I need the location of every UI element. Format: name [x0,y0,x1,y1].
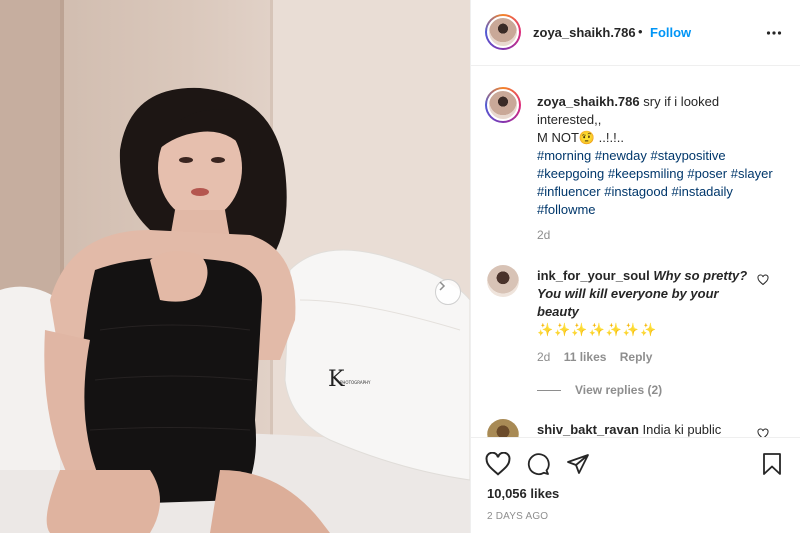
comment-heart-icon[interactable] [757,428,769,437]
hashtag[interactable]: #keepsmiling [608,166,684,181]
post-date[interactable]: 2 DAYS AGO [487,511,548,522]
comment-avatar[interactable] [487,419,519,437]
comment-username[interactable]: ink_for_your_soul [537,268,650,283]
comment: shiv_bakt_ravan India ki public [537,421,757,437]
hashtag[interactable]: #slayer [731,166,773,181]
comment-text: India ki public [642,422,722,437]
hashtag[interactable]: #instagood [604,184,668,199]
bookmark-icon[interactable] [761,452,783,476]
comment-avatar[interactable] [487,265,519,297]
heart-icon[interactable] [485,452,511,476]
likes-count[interactable]: 10,056 likes [487,486,559,501]
caption: zoya_shaikh.786 sry if i looked interest… [537,93,787,219]
follow-button[interactable]: Follow [650,25,691,40]
next-photo-button[interactable] [435,279,461,305]
post-photo-illustration: K PHOTOGRAPHY [0,0,470,533]
caption-username[interactable]: zoya_shaikh.786 [537,94,640,109]
view-replies-label: View replies (2) [575,383,663,397]
comment-icon[interactable] [526,452,550,476]
header-username[interactable]: zoya_shaikh.786 [533,25,636,40]
hashtag[interactable]: #poser [687,166,727,181]
post-actions: 10,056 likes 2 DAYS AGO [471,437,800,533]
hashtag[interactable]: #influencer [537,184,601,199]
hashtag-list: #morning #newday #staypositive #keepgoin… [537,148,773,217]
caption-avatar[interactable] [485,87,521,123]
comment-heart-icon[interactable] [757,274,769,286]
post-side-panel: zoya_shaikh.786 • Follow zoya_shaikh.786… [470,0,800,533]
hashtag[interactable]: #staypositive [651,148,726,163]
comment-sparkles: ✨✨✨✨✨✨✨ [537,322,658,337]
share-icon[interactable] [566,452,590,476]
comment-likes[interactable]: 11 likes [564,350,607,364]
caption-line-2: M NOT🤨 ..!.!.. [537,130,624,145]
hashtag[interactable]: #newday [595,148,647,163]
hashtag[interactable]: #instadaily [671,184,732,199]
post-header: zoya_shaikh.786 • Follow [471,0,800,66]
separator-dot: • [638,24,643,39]
comment-timestamp[interactable]: 2d [537,350,550,364]
comment-meta: 2d 11 likes Reply [537,350,662,364]
post-image[interactable]: K PHOTOGRAPHY [0,0,470,533]
comments-list[interactable]: zoya_shaikh.786 sry if i looked interest… [471,67,800,437]
hashtag[interactable]: #followme [537,202,596,217]
comment-username[interactable]: shiv_bakt_ravan [537,422,639,437]
hashtag[interactable]: #keepgoing [537,166,604,181]
svg-text:PHOTOGRAPHY: PHOTOGRAPHY [340,380,371,385]
caption-timestamp[interactable]: 2d [537,228,550,242]
view-replies-button[interactable]: View replies (2) [537,383,662,397]
replies-divider [537,389,561,391]
avatar[interactable] [485,14,521,50]
hashtag[interactable]: #morning [537,148,591,163]
reply-button[interactable]: Reply [620,350,653,364]
comment: ink_for_your_soul Why so pretty?You will… [537,267,757,339]
chevron-right-icon [439,281,446,291]
more-horizontal-icon[interactable] [766,25,782,41]
